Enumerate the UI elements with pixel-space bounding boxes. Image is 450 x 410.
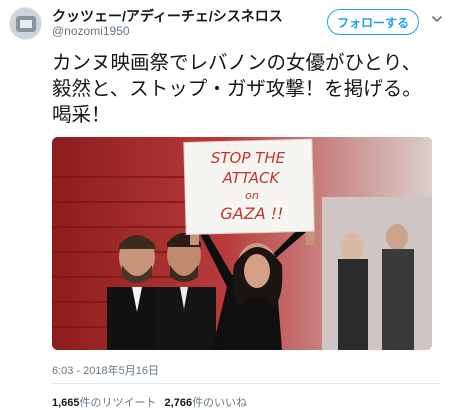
photo-scene: STOP THE ATTACK on GAZA !!	[52, 137, 432, 350]
divider	[52, 383, 440, 384]
user-handle[interactable]: @nozomi1950	[52, 24, 130, 38]
sign-line-1: STOP THE	[211, 149, 286, 167]
sign-line-2: ATTACK	[222, 169, 281, 187]
tweet-text: カンヌ映画祭でレバノンの女優がひとり、毅然と、ストップ・ガザ攻撃！を掲げる。喝采…	[52, 52, 422, 126]
tweet-header: クッツェー/アディーチェ/シスネロス @nozomi1950 フォローする	[0, 0, 450, 46]
chevron-down-icon[interactable]	[430, 12, 444, 26]
follow-button[interactable]: フォローする	[327, 9, 419, 35]
tweet-photo[interactable]: STOP THE ATTACK on GAZA !!	[52, 137, 432, 350]
sign-line-3: on	[245, 189, 259, 202]
avatar-figure-detail	[20, 20, 32, 28]
retweet-label[interactable]: 件のリツイート	[80, 397, 157, 409]
retweet-count[interactable]: 1,665	[52, 397, 80, 409]
like-label[interactable]: 件のいいね	[192, 397, 247, 409]
tweet-timestamp[interactable]: 6:03 - 2018年5月16日	[52, 362, 159, 378]
display-name[interactable]: クッツェー/アディーチェ/シスネロス	[52, 6, 283, 26]
avatar[interactable]	[9, 7, 42, 40]
like-count[interactable]: 2,766	[165, 397, 193, 409]
sign-line-4: GAZA !!	[220, 204, 283, 223]
